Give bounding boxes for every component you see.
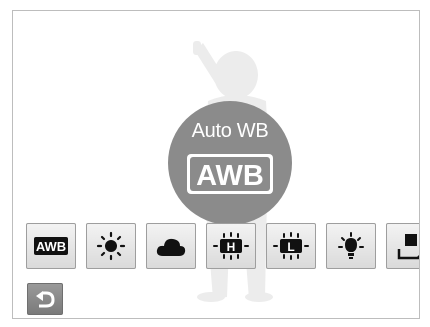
fluorescent-l-text: L xyxy=(287,240,294,254)
cloud-icon xyxy=(156,238,186,256)
awb-large-icon: AWB xyxy=(187,154,273,194)
custom-set-icon xyxy=(397,234,419,260)
awb-large-text: AWB xyxy=(196,160,264,192)
custom-set-option[interactable] xyxy=(386,223,419,269)
back-button[interactable] xyxy=(27,283,63,315)
tungsten-option[interactable] xyxy=(326,223,376,269)
mode-label: Auto WB xyxy=(191,120,269,142)
daylight-option[interactable] xyxy=(86,223,136,269)
sun-icon xyxy=(96,231,126,261)
awb-icon-text: AWB xyxy=(36,239,66,254)
awb-icon: AWB xyxy=(34,237,68,255)
auto-wb-option[interactable]: AWB xyxy=(26,223,76,269)
fluorescent-h-text: H xyxy=(227,240,236,254)
cloudy-option[interactable] xyxy=(146,223,196,269)
mode-badge: Auto WB AWB xyxy=(168,101,292,225)
fluorescent-h-icon: H xyxy=(213,232,249,260)
camera-screen: Auto WB AWB AWB H L xyxy=(12,10,420,319)
fluorescent-l-icon: L xyxy=(273,232,309,260)
wb-option-bar: AWB H L xyxy=(26,223,419,269)
back-arrow-icon xyxy=(36,291,55,308)
fluorescent-l-option[interactable]: L xyxy=(266,223,316,269)
bulb-icon xyxy=(338,232,364,259)
fluorescent-h-option[interactable]: H xyxy=(206,223,256,269)
